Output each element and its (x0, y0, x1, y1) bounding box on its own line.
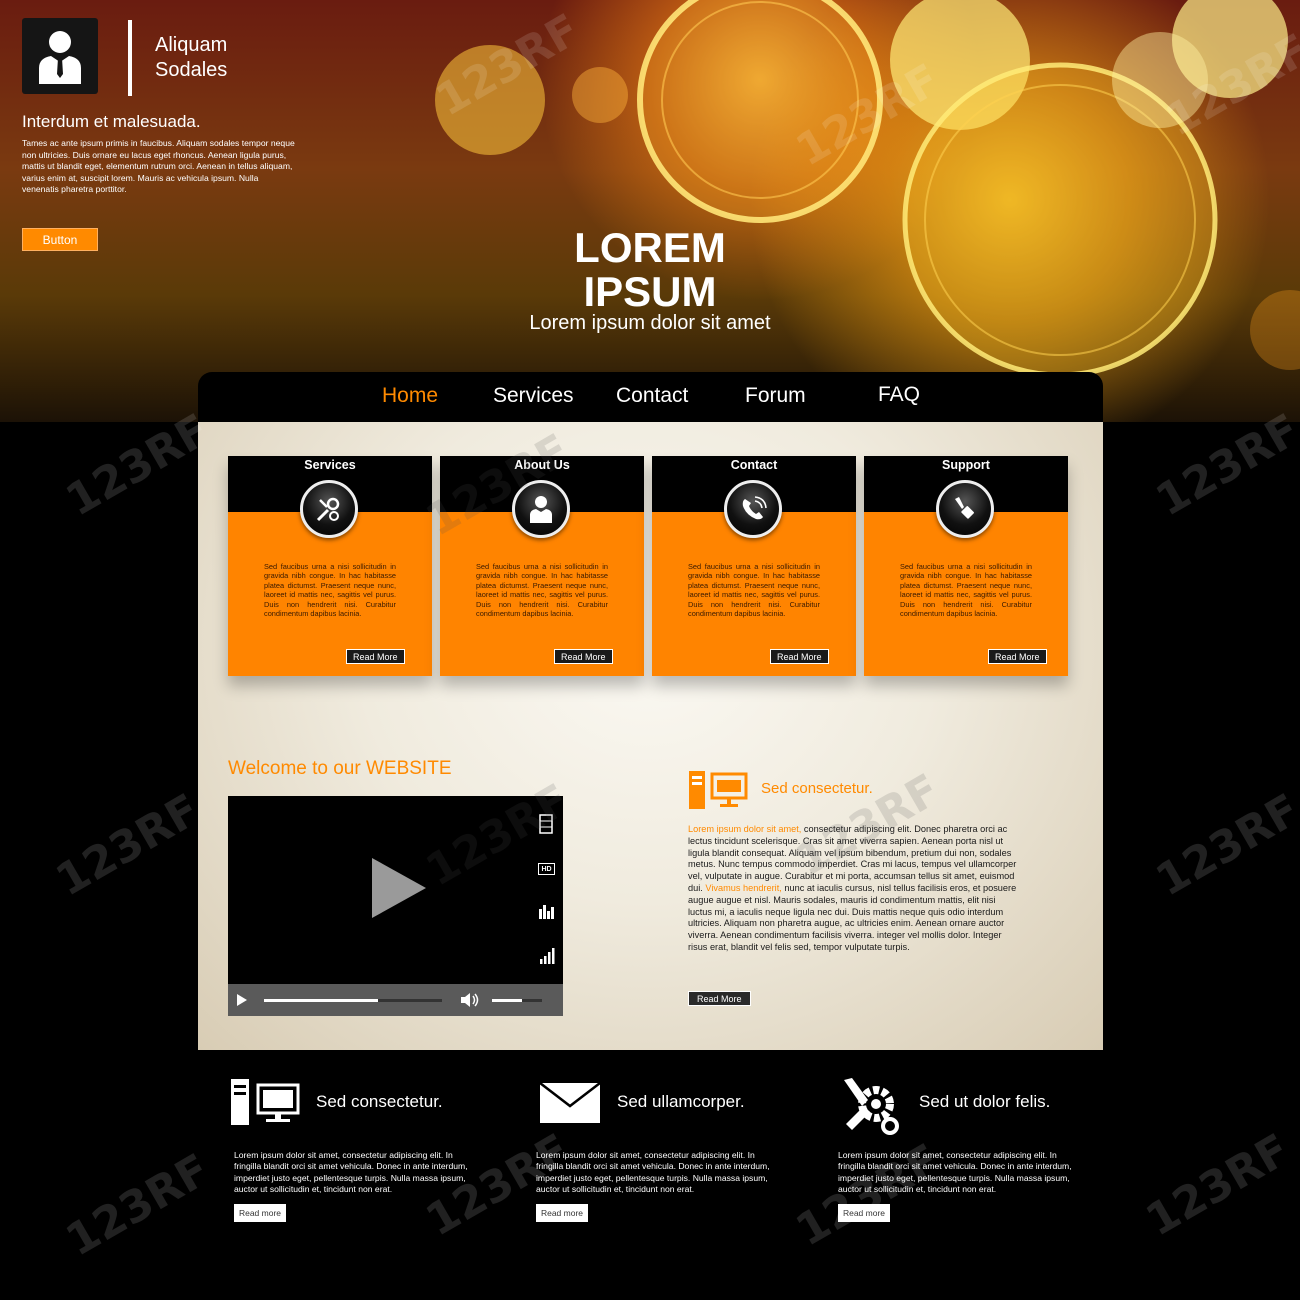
card-title: Contact (730, 458, 778, 472)
user-icon (530, 496, 552, 523)
nav-faq[interactable]: FAQ (878, 383, 920, 407)
brand-name-line2: Sodales (155, 59, 228, 81)
user-icon (39, 31, 81, 84)
card-title: About Us (514, 458, 570, 472)
hero-text: Tames ac ante ipsum primis in faucibus. … (22, 138, 295, 194)
read-more-button[interactable]: Read More (346, 649, 405, 664)
card-about-us: About Us Sed faucibus urna a nisi sollic… (440, 456, 644, 676)
feature-text-body: nunc at iaculis cursus, nisl tellus faci… (688, 882, 1017, 952)
footer-title: Sed ullamcorper. (617, 1092, 745, 1111)
envelope-icon (539, 1082, 601, 1123)
feature-title: Sed consectetur. (761, 780, 873, 797)
card-services: Services Sed faucibus urna a nisi sollic… (228, 456, 432, 676)
card-icon-circle[interactable] (512, 480, 570, 538)
watermark: 123RF (57, 1144, 219, 1267)
card-text: Sed faucibus urna a nisi sollicitudin in… (264, 562, 396, 619)
equalizer-icon[interactable] (538, 903, 556, 919)
card-title: Support (942, 458, 990, 472)
nav-forum[interactable]: Forum (745, 384, 806, 408)
footer-text: Lorem ipsum dolor sit amet, consectetur … (536, 1150, 770, 1195)
card-contact: Contact Sed faucibus urna a nisi sollici… (652, 456, 856, 676)
read-more-button[interactable]: Read More (554, 649, 613, 664)
card-title: Services (304, 458, 356, 472)
video-controls (228, 984, 563, 1016)
footer-read-more-button[interactable]: Read more (838, 1204, 890, 1222)
card-icon-circle[interactable] (300, 480, 358, 538)
card-icon-circle[interactable] (936, 480, 994, 538)
tools-icon (844, 1078, 899, 1135)
computer-icon (231, 1079, 300, 1125)
film-icon[interactable] (539, 814, 553, 834)
signal-icon[interactable] (539, 948, 555, 964)
watermark: 123RF (1147, 404, 1300, 527)
feature-text-highlight[interactable]: Vivamus hendrerit, (705, 883, 781, 893)
footer-title: Sed consectetur. (316, 1092, 443, 1111)
card-text: Sed faucibus urna a nisi sollicitudin in… (688, 562, 820, 619)
watermark: 123RF (57, 404, 219, 527)
wrench-icon (955, 497, 974, 519)
watermark: 123RF (1137, 1124, 1299, 1247)
read-more-button[interactable]: Read More (988, 649, 1047, 664)
tools-icon (316, 497, 340, 522)
footer-text: Lorem ipsum dolor sit amet, consectetur … (234, 1150, 468, 1195)
play-icon[interactable] (370, 856, 430, 920)
hero-heading: Interdum et malesuada. (22, 112, 201, 131)
nav-contact[interactable]: Contact (616, 384, 688, 408)
footer-read-more-button[interactable]: Read more (536, 1204, 588, 1222)
read-more-button[interactable]: Read More (770, 649, 829, 664)
progress-track[interactable] (264, 999, 442, 1002)
footer-read-more-button[interactable]: Read more (234, 1204, 286, 1222)
main-nav: Home Services Contact Forum FAQ (198, 372, 1103, 424)
footer-title: Sed ut dolor felis. (919, 1092, 1051, 1111)
phone-icon (742, 496, 767, 520)
footer-text: Lorem ipsum dolor sit amet, consectetur … (838, 1150, 1072, 1195)
volume-fill (492, 999, 522, 1002)
welcome-heading: Welcome to our WEBSITE (228, 758, 452, 779)
hero-subtitle: Lorem ipsum dolor sit amet (529, 312, 771, 334)
logo[interactable] (22, 18, 98, 94)
computer-icon (689, 771, 748, 809)
card-text: Sed faucibus urna a nisi sollicitudin in… (900, 562, 1032, 619)
hero-banner: Aliquam Sodales Interdum et malesuada. T… (0, 0, 1300, 422)
hd-badge[interactable]: HD (538, 863, 555, 875)
feature-read-more-button[interactable]: Read More (688, 991, 751, 1006)
brand-name-line1: Aliquam (155, 34, 228, 56)
watermark: 123RF (47, 784, 209, 907)
hero-button[interactable]: Button (22, 228, 98, 251)
card-icon-circle[interactable] (724, 480, 782, 538)
nav-services[interactable]: Services (493, 384, 574, 408)
video-player[interactable]: HD (228, 796, 563, 1016)
watermark: 123RF (1147, 784, 1300, 907)
card-support: Support Sed faucibus urna a nisi sollici… (864, 456, 1068, 676)
content-panel: Services Sed faucibus urna a nisi sollic… (198, 422, 1103, 1050)
feature-text-highlight[interactable]: Lorem ipsum dolor sit amet, (688, 824, 801, 834)
card-text: Sed faucibus urna a nisi sollicitudin in… (476, 562, 608, 619)
volume-slider[interactable] (492, 999, 542, 1002)
progress-fill (264, 999, 378, 1002)
logo-divider (128, 20, 132, 96)
play-small-icon[interactable] (236, 994, 248, 1006)
nav-home[interactable]: Home (382, 384, 438, 408)
hero-title-line1: LOREM (574, 224, 726, 271)
volume-icon[interactable] (460, 992, 480, 1008)
feature-text: Lorem ipsum dolor sit amet, consectetur … (688, 824, 1018, 954)
hero-title-line2: IPSUM (583, 268, 717, 315)
